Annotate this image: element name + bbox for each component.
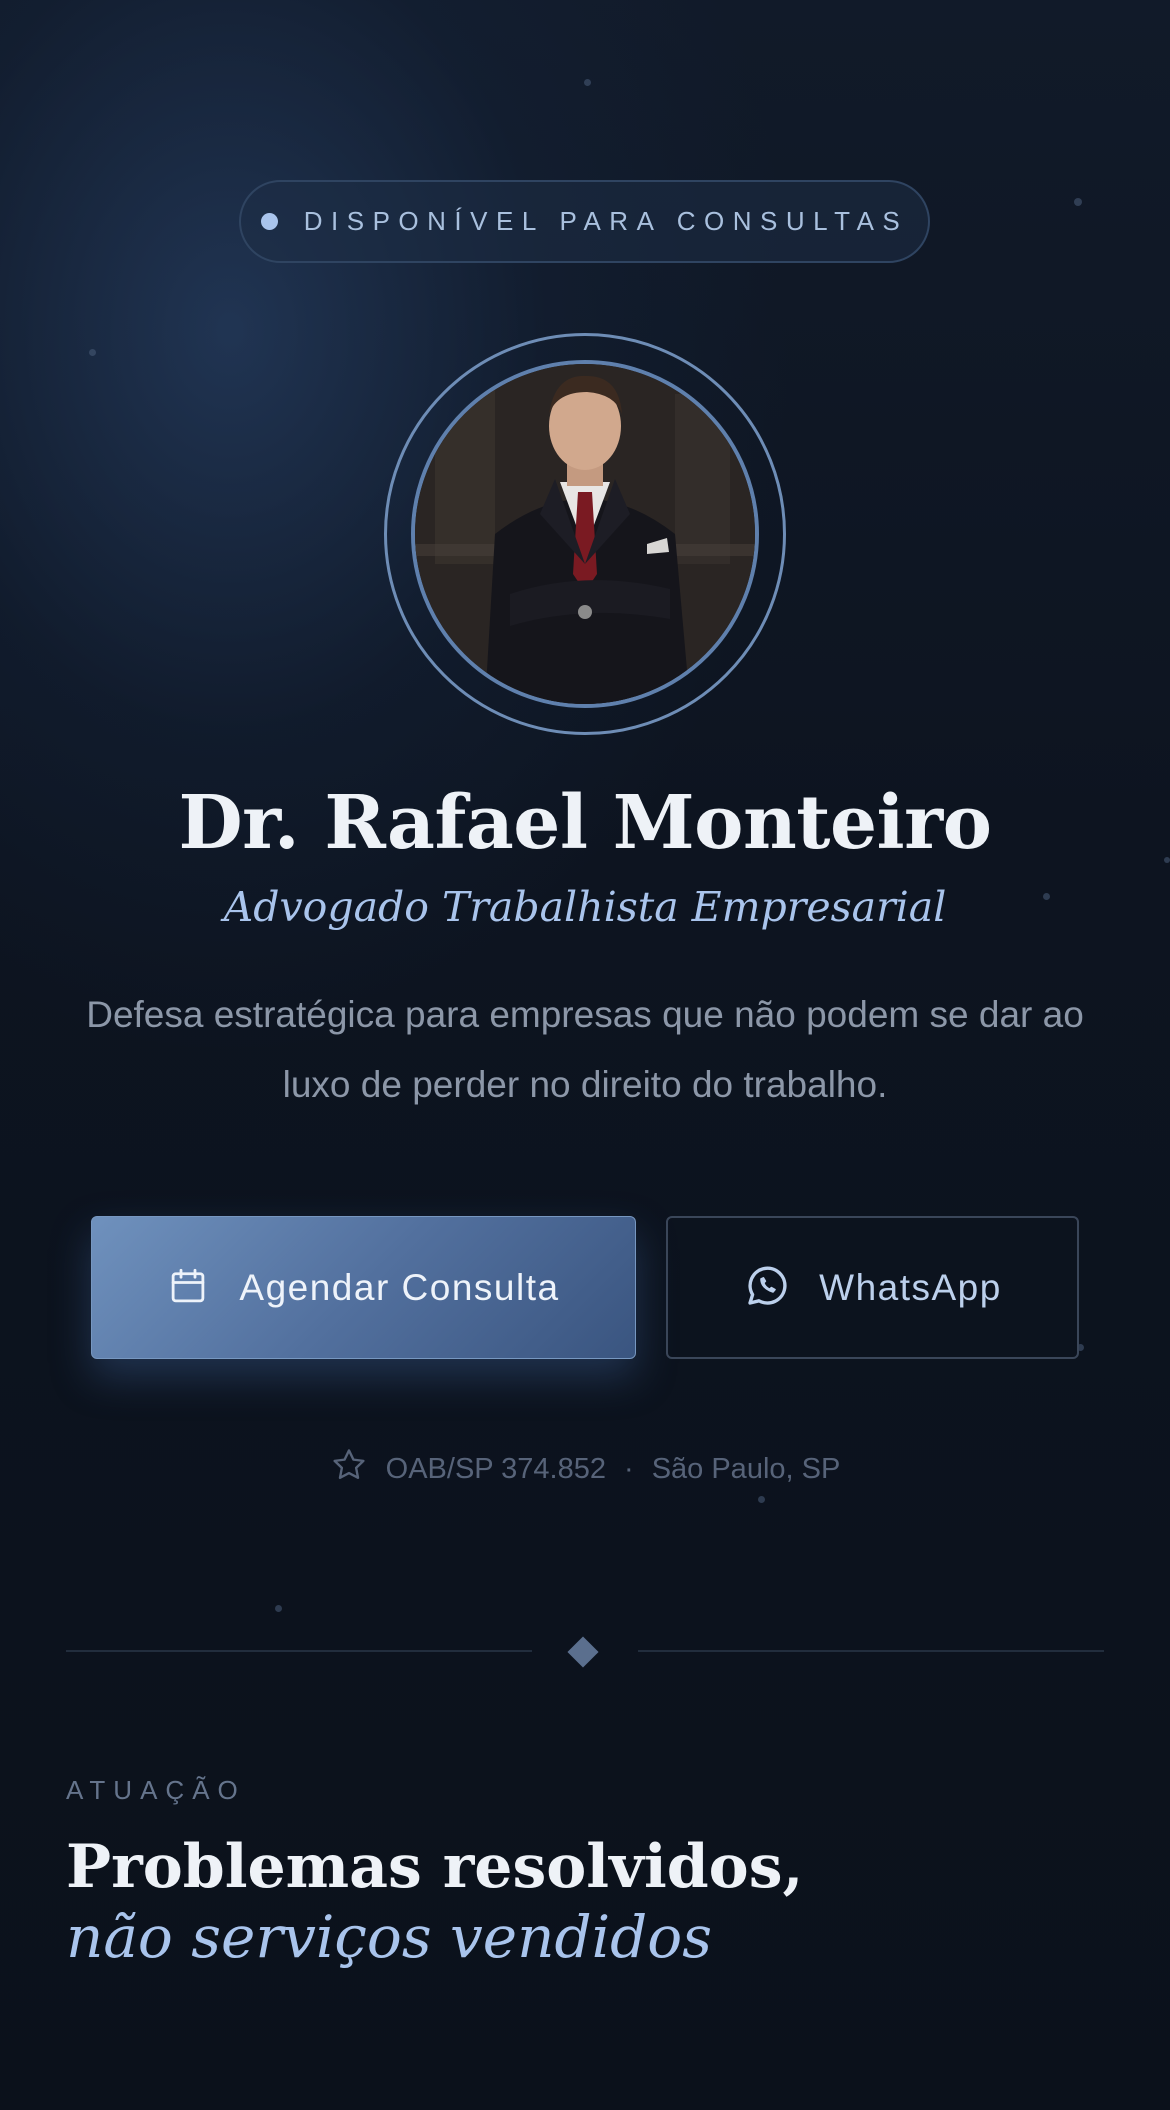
whatsapp-label: WhatsApp <box>819 1266 1002 1308</box>
section-title: Problemas resolvidos, <box>66 1832 804 1902</box>
status-dot-icon <box>260 213 278 230</box>
whatsapp-button[interactable]: WhatsApp <box>666 1216 1079 1359</box>
divider-line-right <box>638 1650 1104 1652</box>
profile-description: Defesa estratégica para empresas que não… <box>86 994 1084 1105</box>
section-title-italic: não serviços vendidos <box>66 1903 712 1971</box>
oab-registration: OAB/SP 374.852 <box>385 1452 607 1485</box>
star-icon <box>330 1446 368 1492</box>
decorative-dot <box>758 1496 765 1503</box>
availability-text: DISPONÍVEL PARA CONSULTAS <box>303 206 909 236</box>
avatar <box>411 360 759 708</box>
portrait-image <box>415 364 755 704</box>
decorative-dot <box>89 349 96 356</box>
divider-diamond-icon <box>567 1636 599 1668</box>
credentials-line: OAB/SP 374.852 · São Paulo, SP <box>0 1446 1170 1492</box>
profile-role: Advogado Trabalhista Empresarial <box>223 883 947 931</box>
section-eyebrow: ATUAÇÃO <box>66 1775 246 1805</box>
whatsapp-icon <box>743 1262 791 1314</box>
schedule-consultation-button[interactable]: Agendar Consulta <box>91 1216 636 1359</box>
separator-dot: · <box>624 1452 634 1485</box>
availability-badge: DISPONÍVEL PARA CONSULTAS <box>239 180 930 263</box>
divider-line-left <box>66 1650 532 1652</box>
schedule-consultation-label: Agendar Consulta <box>239 1266 560 1308</box>
decorative-dot <box>275 1605 282 1612</box>
calendar-icon <box>167 1265 209 1311</box>
decorative-dot <box>1074 198 1082 206</box>
profile-name: Dr. Rafael Monteiro <box>178 780 992 866</box>
location-text: São Paulo, SP <box>651 1452 841 1485</box>
decorative-dot <box>584 79 591 86</box>
